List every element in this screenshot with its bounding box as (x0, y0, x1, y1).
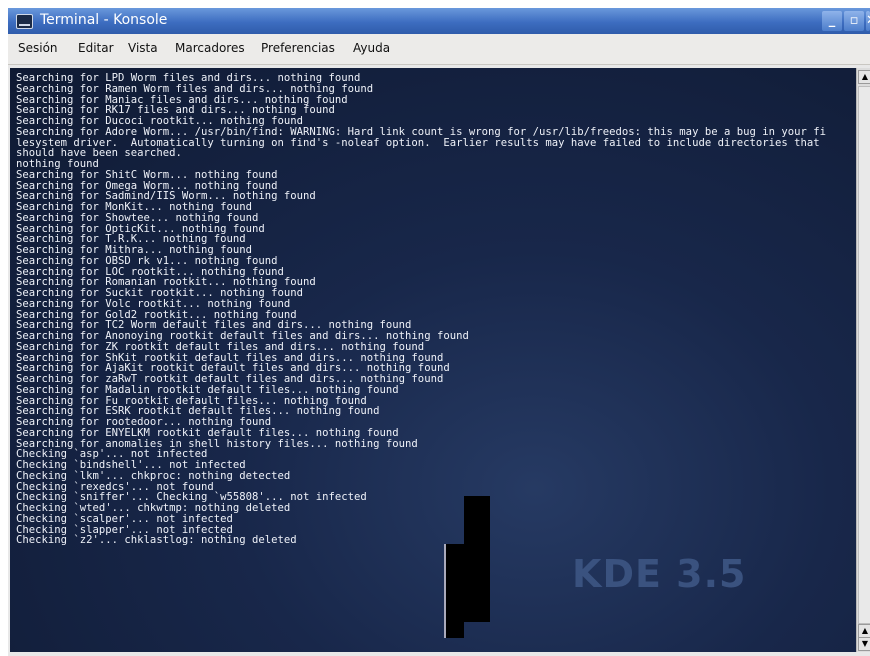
konsole-window: Terminal - Konsole _ ▫ ✕ Sesión Editar V… (8, 8, 870, 656)
menu-preferencias[interactable]: Preferencias (261, 41, 335, 55)
terminal-line: Checking `scalper'... not infected (16, 512, 233, 525)
terminal-line: Searching for Volc rootkit... nothing fo… (16, 297, 291, 310)
menu-sesion[interactable]: Sesión (18, 41, 58, 55)
terminal-artifact (444, 544, 464, 638)
vertical-scrollbar[interactable]: ▲ ▲ ▼ (856, 68, 870, 652)
terminal-line: Searching for Showtee... nothing found (16, 211, 259, 224)
terminal-line: Searching for OBSD rk v1... nothing foun… (16, 254, 278, 267)
terminal-line: Searching for Madalin rootkit default fi… (16, 383, 399, 396)
kde-watermark: KDE 3.5 (572, 552, 747, 596)
scroll-down-icon[interactable]: ▼ (858, 637, 870, 651)
menu-vista[interactable]: Vista (128, 41, 158, 55)
menu-ayuda[interactable]: Ayuda (353, 41, 390, 55)
close-button[interactable]: ✕ (866, 11, 870, 31)
scrollbar-thumb[interactable] (858, 86, 870, 624)
maximize-button[interactable]: ▫ (844, 11, 864, 31)
scroll-up-icon[interactable]: ▲ (858, 624, 870, 638)
terminal-line: Searching for Adore Worm... /usr/bin/fin… (16, 125, 827, 138)
terminal-line: should have been searched. (16, 147, 182, 160)
menu-marcadores[interactable]: Marcadores (175, 41, 245, 55)
terminal-line: Searching for ZK rootkit default files a… (16, 340, 425, 353)
title-bar[interactable]: Terminal - Konsole _ ▫ ✕ (8, 8, 870, 34)
terminal-app-icon[interactable] (16, 14, 33, 29)
terminal-text: Searching for LPD Worm files and dirs...… (16, 73, 826, 546)
minimize-button[interactable]: _ (822, 11, 842, 31)
scroll-up-icon[interactable]: ▲ (858, 70, 870, 84)
menu-bar: Sesión Editar Vista Marcadores Preferenc… (8, 34, 870, 65)
terminal-line: Checking `lkm'... chkproc: nothing detec… (16, 469, 291, 482)
terminal-line: Searching for Ramen Worm files and dirs.… (16, 82, 374, 95)
terminal-output-area[interactable]: KDE 3.5 Searching for LPD Worm files and… (10, 68, 856, 652)
window-title: Terminal - Konsole (40, 12, 168, 28)
terminal-line: Checking `z2'... chklastlog: nothing del… (16, 534, 297, 547)
terminal-line: Searching for ENYELKM rootkit default fi… (16, 426, 399, 439)
terminal-line: Searching for ShitC Worm... nothing foun… (16, 168, 278, 181)
menu-editar[interactable]: Editar (78, 41, 114, 55)
